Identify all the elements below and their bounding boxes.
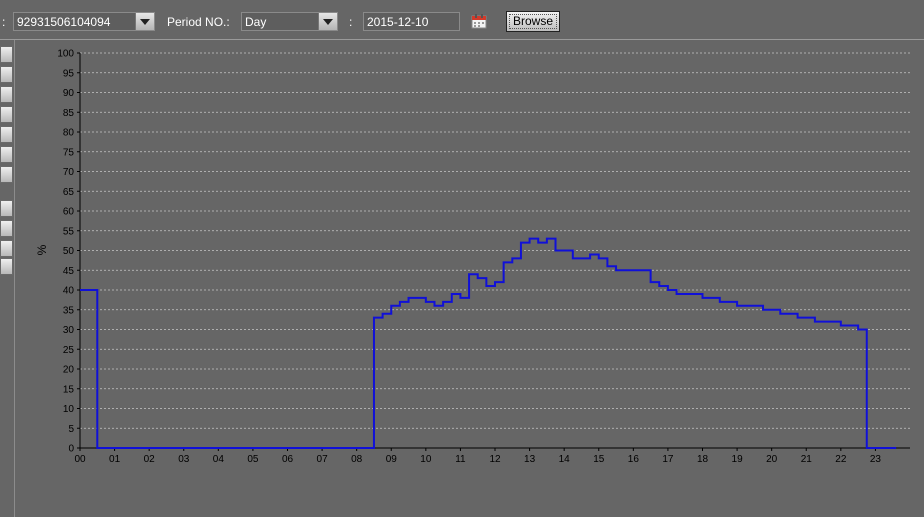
x-tick-label: 03 [178,454,190,465]
x-tick-label: 14 [559,454,571,465]
x-tick-label: 22 [835,454,847,465]
chart: 0510152025303540455055606570758085909510… [35,49,910,465]
chart-grid [80,52,910,429]
x-tick-label: 17 [662,454,674,465]
x-tick-label: 01 [109,454,121,465]
y-tick-label: 70 [63,167,75,178]
x-tick-label: 13 [524,454,536,465]
x-tick-label: 00 [74,454,86,465]
x-tick-label: 06 [282,454,294,465]
y-tick-label: 90 [63,88,75,99]
x-axis-ticks: 00 01 02 03 04 05 06 07 08 09 10 11 12 13 14 15 16 17 18 19… [74,448,881,465]
x-tick-label: 20 [766,454,778,465]
x-tick-label: 12 [489,454,501,465]
y-tick-label: 10 [63,404,75,415]
x-tick-label: 23 [870,454,882,465]
y-tick-label: 55 [63,226,75,237]
x-tick-label: 05 [247,454,259,465]
x-tick-label: 10 [420,454,432,465]
y-tick-label: 75 [63,147,75,158]
x-tick-label: 08 [351,454,363,465]
y-tick-label: 45 [63,266,75,277]
y-tick-label: 0 [68,444,74,455]
x-tick-label: 11 [455,454,466,465]
x-tick-label: 07 [317,454,329,465]
x-tick-label: 18 [697,454,709,465]
x-tick-label: 02 [144,454,156,465]
x-tick-label: 21 [801,454,813,465]
y-tick-label: 25 [63,345,75,356]
y-tick-label: 65 [63,187,75,198]
y-axis-label: % [35,244,49,255]
y-tick-label: 85 [63,108,75,119]
x-tick-label: 19 [732,454,744,465]
x-tick-label: 09 [386,454,398,465]
x-tick-label: 15 [593,454,605,465]
y-tick-label: 40 [63,286,75,297]
x-tick-label: 16 [628,454,640,465]
y-tick-label: 35 [63,305,75,316]
y-axis-ticks: 0 5 10 15 20 25 30 35 40 45 50 55 60 65 70 75 80 85 90 95 10… [57,49,80,455]
y-tick-label: 60 [63,207,75,218]
y-tick-label: 30 [63,325,75,336]
x-tick-label: 04 [213,454,225,465]
y-tick-label: 50 [63,246,75,257]
y-tick-label: 5 [68,424,74,435]
y-tick-label: 80 [63,128,75,139]
y-tick-label: 20 [63,365,75,376]
y-tick-label: 15 [63,384,75,395]
y-tick-label: 100 [57,49,74,60]
y-tick-label: 95 [63,68,75,79]
